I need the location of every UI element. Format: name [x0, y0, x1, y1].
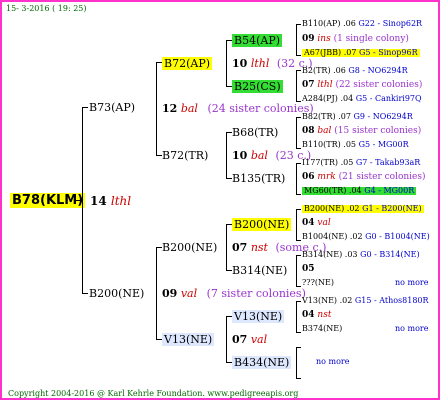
b54-ap[interactable]: B54(AP) — [232, 34, 283, 47]
g4-12[interactable]: V13(NE) .02 G15 - Athos8180R — [302, 297, 429, 305]
footer-copyright: Copyright 2004-2016 @ Karl Kehrle Founda… — [8, 389, 299, 398]
g4-10-info: 05 — [302, 264, 315, 274]
g4-6-info: 06 mrk (21 sister colonies) — [302, 172, 426, 182]
g4-13[interactable]: B374(NE) — [302, 325, 342, 333]
root-year: 14 lthl — [90, 194, 132, 208]
v13-ne[interactable]: V13(NE) — [162, 333, 215, 346]
gen2-1-info: 10 bal (23 c.) — [232, 149, 312, 162]
g4-11-more[interactable]: no more — [395, 279, 428, 287]
b135-tr[interactable]: B135(TR) — [232, 173, 285, 184]
header-date: 15- 3-2016 ( 19: 25) — [6, 4, 87, 13]
b434-ne[interactable]: B434(NE) — [232, 356, 292, 369]
pedigree-frame: 15- 3-2016 ( 19: 25) B78(KLM) 14 lthl B7… — [0, 0, 440, 400]
g4-2-info: 07 lthl (22 sister colonies) — [302, 80, 423, 90]
g4-4-info: 08 bal (15 sister colonies) — [302, 126, 422, 136]
g4-3[interactable]: A284(PJ) .04 G5 - Cankiri97Q — [302, 95, 422, 103]
g4-5[interactable]: B110(TR) .05 G5 - MG00R — [302, 141, 409, 149]
gen2-3-info: 07 val — [232, 333, 268, 346]
connector-gen1 — [82, 107, 83, 293]
g4-10[interactable]: B314(NE) .03 G0 - B314(NE) — [302, 251, 420, 259]
g4-2[interactable]: B2(TR) .06 G8 - NO6294R — [302, 67, 408, 75]
g4-11[interactable]: ???(NE) — [302, 279, 334, 287]
b314-ne[interactable]: B314(NE) — [232, 265, 287, 276]
b72-ap[interactable]: B72(AP) — [162, 57, 213, 70]
gen2-0-info: 10 lthl (32 c.) — [232, 57, 313, 70]
g4-1[interactable]: A67(JBB) .07 G5 - Sinop96R — [302, 49, 420, 57]
g4-14-more[interactable]: no more — [316, 358, 349, 366]
g4-13-more[interactable]: no more — [395, 325, 428, 333]
sire-b73[interactable]: B73(AP) — [89, 102, 135, 113]
b25-cs[interactable]: B25(CS) — [232, 80, 283, 93]
connector-root — [76, 200, 82, 201]
g4-6[interactable]: I177(TR) .05 G7 - Takab93aR — [302, 159, 420, 167]
g4-12-info: 04 nst — [302, 310, 332, 320]
v13-ne-2[interactable]: V13(NE) — [232, 310, 285, 323]
b200-ne[interactable]: B200(NE) — [162, 242, 217, 253]
b68-tr[interactable]: B68(TR) — [232, 127, 278, 138]
g4-8-info: 04 val — [302, 218, 331, 228]
root-queen[interactable]: B78(KLM) — [10, 193, 86, 208]
g4-7[interactable]: MG60(TR) .04 G4 - MG00R — [302, 187, 417, 195]
gen1-1-info: 09 val (7 sister colonies) — [162, 287, 306, 300]
b72-tr[interactable]: B72(TR) — [162, 150, 208, 161]
gen1-0-info: 12 bal (24 sister colonies) — [162, 102, 314, 115]
g4-9[interactable]: B1004(NE) .02 G0 - B1004(NE) — [302, 233, 430, 241]
g4-0-info: 09 ins (1 single colony) — [302, 34, 409, 44]
dam-b200[interactable]: B200(NE) — [89, 288, 144, 299]
g4-8[interactable]: B200(NE) .02 G1 - B200(NE) — [302, 205, 424, 213]
g4-0[interactable]: B110(AP) .06 G22 - Sinop62R — [302, 20, 422, 28]
b200-ne-2[interactable]: B200(NE) — [232, 218, 292, 231]
g4-4[interactable]: B82(TR) .07 G9 - NO6294R — [302, 113, 413, 121]
